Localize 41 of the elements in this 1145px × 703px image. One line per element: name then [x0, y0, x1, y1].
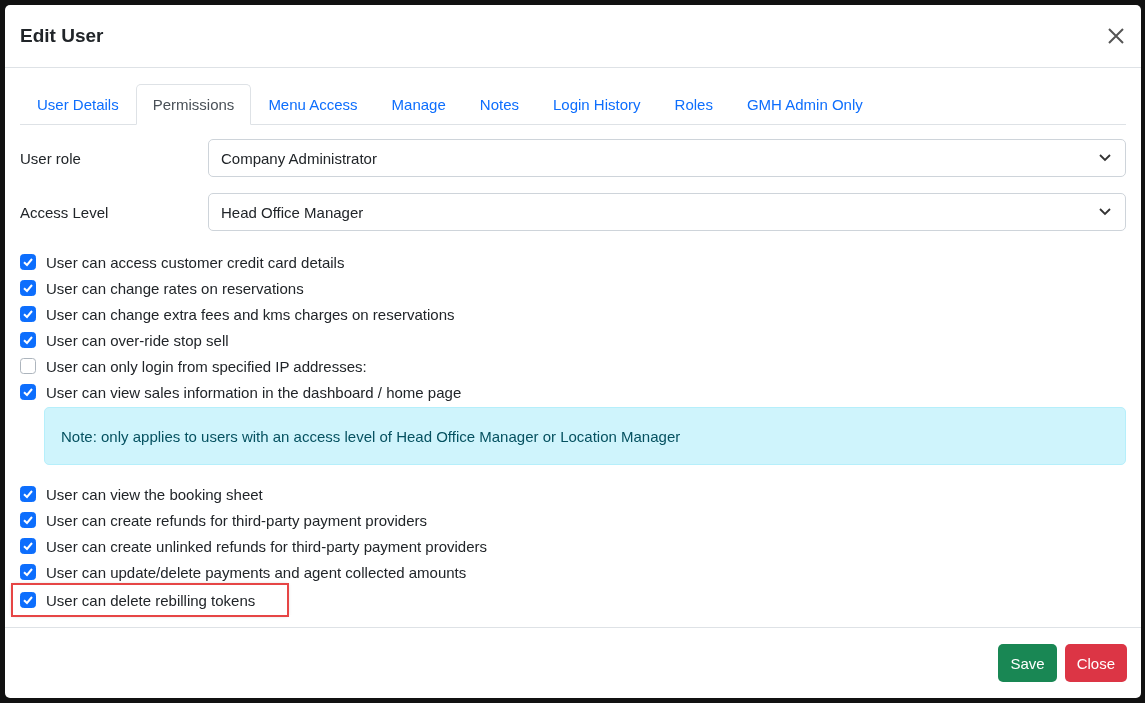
tab[interactable]: Roles [657, 84, 730, 125]
close-icon[interactable] [1106, 26, 1126, 46]
tab[interactable]: Permissions [135, 84, 252, 125]
close-button[interactable]: Close [1064, 644, 1127, 682]
checkbox-label: User can access customer credit card details [46, 253, 345, 271]
checkbox[interactable] [20, 384, 36, 400]
tab[interactable]: Notes [462, 84, 536, 125]
select-field[interactable]: Company Administrator [208, 139, 1126, 177]
tab[interactable]: Login History [536, 84, 658, 125]
note-alert: Note: only applies to users with an access level of Head Office Manager or Location Manager [44, 407, 1126, 465]
checkbox-label: User can view the booking sheet [46, 485, 263, 503]
checkbox-label: User can update/delete payments and agent collected amounts [46, 563, 467, 581]
checkbox[interactable] [20, 358, 36, 374]
checkbox[interactable] [20, 486, 36, 502]
chevron-down-icon [1099, 208, 1111, 216]
checkbox-label: User can create refunds for third-party payment providers [46, 511, 427, 529]
checkbox[interactable] [20, 280, 36, 296]
checkbox[interactable] [20, 332, 36, 348]
checkbox-label: User can change extra fees and kms charges on reservations [46, 305, 455, 323]
checkbox-label: User can over-ride stop sell [46, 331, 229, 349]
checkbox-label: User can create unlinked refunds for third-party payment providers [46, 537, 488, 555]
tab[interactable]: GMH Admin Only [729, 84, 880, 125]
checkbox[interactable] [20, 512, 36, 528]
save-button[interactable]: Save [998, 644, 1057, 682]
checkbox[interactable] [20, 538, 36, 554]
tab[interactable]: User Details [20, 84, 136, 125]
select-field[interactable]: Head Office Manager [208, 193, 1126, 231]
checkbox-label: User can view sales information in the dashboard / home page [46, 383, 462, 401]
checkbox-label: User can delete rebilling tokens [46, 591, 256, 609]
chevron-down-icon [1099, 154, 1111, 162]
checkbox[interactable] [20, 306, 36, 322]
field-label: Access Level [20, 203, 110, 221]
tab[interactable]: Menu Access [251, 84, 375, 125]
checkbox-label: User can change rates on reservations [46, 279, 304, 297]
checkbox[interactable] [20, 592, 36, 608]
checkbox[interactable] [20, 254, 36, 270]
field-label: User role [20, 149, 82, 167]
checkbox-label: User can only login from specified IP addresses: [46, 357, 367, 375]
dialog-title: Edit User [20, 25, 104, 47]
tab[interactable]: Manage [374, 84, 463, 125]
checkbox[interactable] [20, 564, 36, 580]
